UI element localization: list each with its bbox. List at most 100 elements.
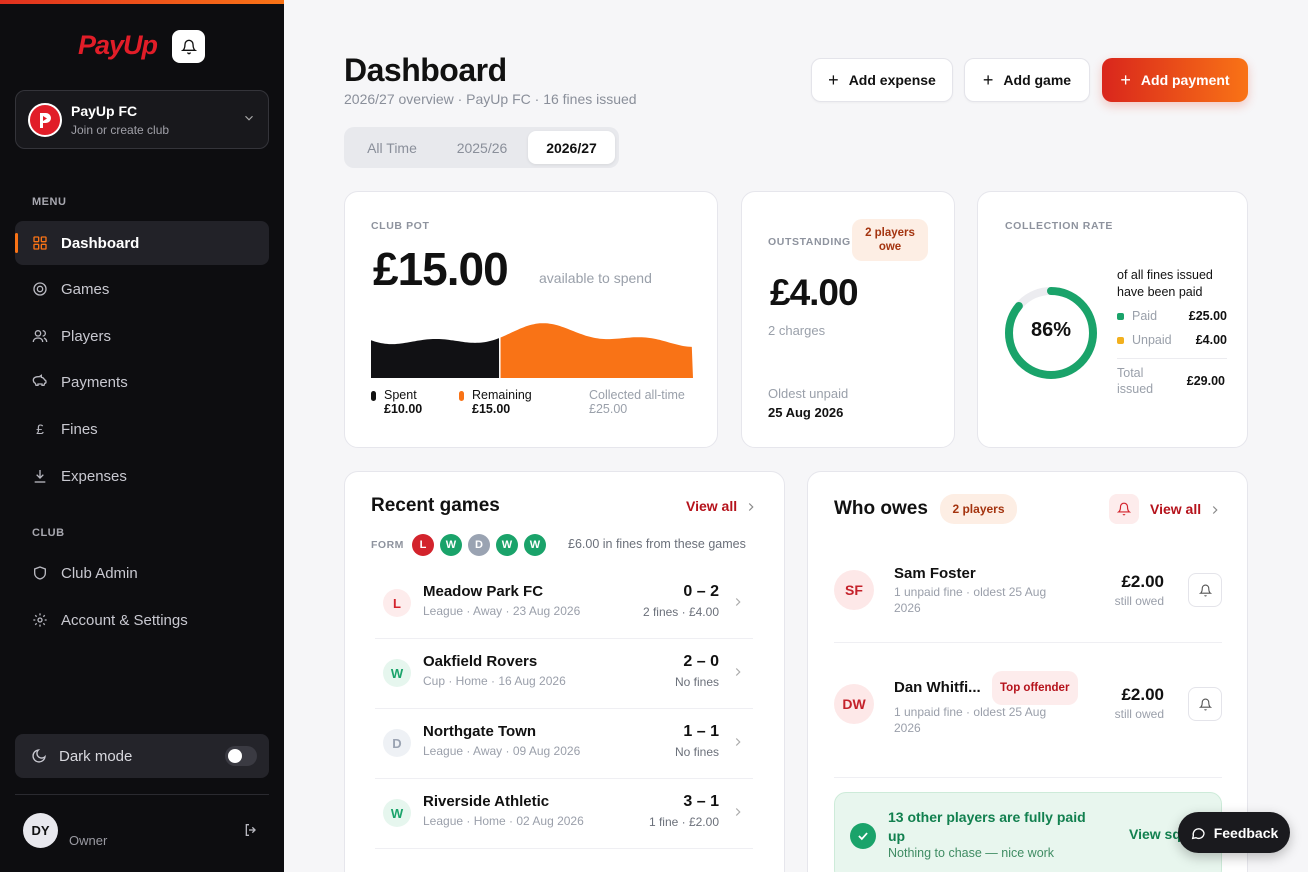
game-row[interactable]: W Oakfield Rovers Cup · Home · 16 Aug 20…: [375, 639, 753, 709]
sidebar-item-players[interactable]: Players: [15, 314, 269, 358]
sidebar-item-games[interactable]: Games: [15, 267, 269, 311]
owed-amount: £2.00: [1121, 685, 1164, 704]
sidebar-item-club-admin[interactable]: Club Admin: [15, 551, 269, 595]
collection-rate-card: COLLECTION RATE 86% of all fines issued …: [977, 191, 1248, 448]
grid-icon: [31, 234, 49, 252]
feedback-button[interactable]: Feedback: [1178, 812, 1290, 853]
still-owed-label: still owed: [1114, 707, 1164, 721]
owe-row[interactable]: SF Sam Foster 1 unpaid fine · oldest 25 …: [834, 561, 1222, 621]
chevron-down-icon: [245, 115, 253, 121]
bell-icon: [1198, 698, 1212, 710]
opponent-name: Riverside Athletic: [423, 793, 550, 810]
game-row[interactable]: L Meadow Park FC League · Away · 23 Aug …: [375, 569, 753, 639]
players-count-badge: 2 players: [940, 494, 1017, 524]
pot-wave-chart: [371, 322, 693, 378]
game-fines: No fines: [674, 675, 719, 689]
game-score: 2 – 0: [683, 653, 719, 670]
owed-amount: £2.00: [1121, 572, 1164, 591]
game-fines: 1 fine · £2.00: [648, 815, 719, 829]
form-result-win: W: [496, 534, 518, 556]
sidebar-item-fines[interactable]: £ Fines: [15, 407, 269, 451]
game-row[interactable]: W Riverside Athletic League · Home · 02 …: [375, 779, 753, 849]
accent-bar: [0, 0, 284, 4]
form-label: FORM: [371, 539, 404, 551]
view-squad-link[interactable]: View sq: [1129, 826, 1181, 842]
outstanding-card: OUTSTANDING 2 players owe £4.00 2 charge…: [741, 191, 955, 448]
bell-icon: [180, 39, 197, 54]
legend-spent: Spent £10.00: [371, 388, 422, 416]
sidebar-item-label: Fines: [61, 420, 98, 438]
club-switcher[interactable]: PayUp FC Join or create club: [15, 90, 269, 149]
dark-mode-switch[interactable]: [225, 746, 257, 766]
bell-icon: [1117, 502, 1131, 516]
owe-row[interactable]: DW Dan Whitfi... Top offender 1 unpaid f…: [834, 670, 1222, 740]
spent-label: Spent: [384, 388, 417, 402]
game-score: 1 – 1: [683, 723, 719, 740]
avatar: SF: [834, 570, 874, 610]
sidebar-item-label: Dashboard: [61, 234, 140, 252]
logout-icon[interactable]: [243, 822, 259, 838]
unpaid-dot: [1117, 337, 1124, 344]
result-badge: D: [383, 729, 411, 757]
shield-icon: [31, 564, 49, 582]
sidebar-item-payments[interactable]: Payments: [15, 360, 269, 404]
plus-icon: +: [828, 69, 839, 90]
add-expense-button[interactable]: + Add expense: [811, 58, 953, 102]
sidebar-item-label: Club Admin: [61, 564, 138, 582]
remind-button[interactable]: [1188, 687, 1222, 721]
player-name: Dan Whitfi...: [894, 679, 981, 696]
spent-area: [371, 338, 500, 378]
sidebar-item-label: Account & Settings: [61, 611, 188, 629]
avatar: DW: [834, 684, 874, 724]
players-owe-badge: 2 players owe: [852, 219, 928, 261]
download-icon: [31, 467, 49, 485]
divider: [834, 642, 1222, 643]
tab-all-time[interactable]: All Time: [348, 131, 436, 164]
collected-label: Collected all-time: [589, 388, 685, 402]
owe-meta: 1 unpaid fine · oldest 25 Aug 2026: [894, 585, 1047, 615]
paid-up-subtitle: Nothing to chase — nice work: [888, 846, 1055, 860]
remind-all-button[interactable]: [1109, 494, 1139, 524]
sidebar-item-expenses[interactable]: Expenses: [15, 454, 269, 498]
dark-mode-toggle[interactable]: Dark mode: [15, 734, 269, 778]
avatar[interactable]: DY: [23, 813, 58, 848]
club-pot-amount: £15.00: [373, 243, 509, 295]
pound-icon: £: [36, 421, 44, 437]
sidebar-item-label: Players: [61, 327, 112, 345]
remind-button[interactable]: [1188, 573, 1222, 607]
spent-value: £10.00: [384, 402, 423, 416]
form-result-win: W: [440, 534, 462, 556]
collection-percent: 86%: [1030, 319, 1072, 341]
collection-rate-label: COLLECTION RATE: [1005, 220, 1113, 232]
notifications-button[interactable]: [172, 30, 205, 63]
tab-2025-26[interactable]: 2025/26: [438, 131, 526, 164]
sidebar: PayUp PayUp FC Join or create club MENU …: [0, 0, 284, 872]
remaining-area: [499, 323, 693, 378]
feedback-label: Feedback: [1213, 824, 1279, 841]
paid-up-banner: 13 other players are fully paid up Nothi…: [834, 792, 1222, 872]
sidebar-item-label: Games: [61, 280, 110, 298]
tab-2026-27[interactable]: 2026/27: [528, 131, 615, 164]
collected-value: £25.00: [589, 402, 628, 416]
app-logo[interactable]: PayUp: [78, 30, 158, 61]
add-payment-button[interactable]: + Add payment: [1102, 58, 1248, 102]
unpaid-label: Unpaid: [1132, 333, 1172, 347]
sidebar-item-account-settings[interactable]: Account & Settings: [15, 598, 269, 642]
remaining-label: Remaining: [472, 388, 532, 402]
club-pot-label: CLUB POT: [371, 220, 430, 232]
opponent-name: Meadow Park FC: [423, 583, 544, 600]
opponent-name: Oakfield Rovers: [423, 653, 538, 670]
paid-row: Paid £25.00: [1117, 309, 1227, 323]
game-row[interactable]: D Northgate Town League · Away · 09 Aug …: [375, 709, 753, 779]
sidebar-item-dashboard[interactable]: Dashboard: [15, 221, 269, 265]
game-score: 0 – 2: [683, 583, 719, 600]
dark-mode-label: Dark mode: [59, 747, 133, 765]
add-game-button[interactable]: + Add game: [964, 58, 1090, 102]
plus-icon: +: [1120, 69, 1131, 90]
who-owes-view-all[interactable]: View all: [1150, 501, 1201, 517]
recent-games-view-all[interactable]: View all: [686, 498, 737, 514]
club-section-label: CLUB: [32, 527, 65, 539]
oldest-unpaid-date: 25 Aug 2026: [768, 405, 844, 420]
divider: [1117, 358, 1227, 359]
user-role: Owner: [69, 833, 108, 848]
